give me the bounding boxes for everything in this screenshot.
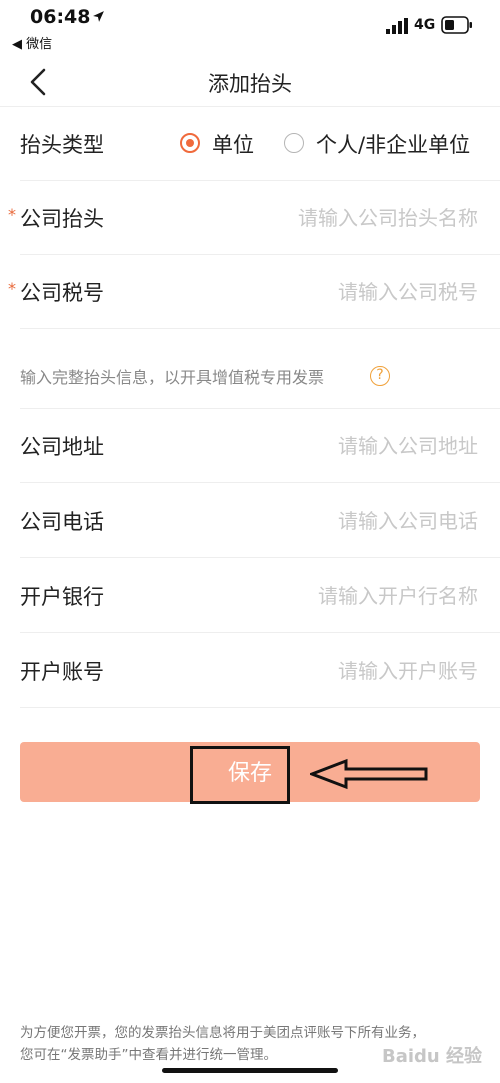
- phone-row: 公司电话: [20, 484, 500, 558]
- address-label: 公司地址: [20, 435, 104, 459]
- footer-line-1: 为方便您开票，您的发票抬头信息将用于美团点评账号下所有业务，: [20, 1025, 425, 1041]
- battery-icon: [441, 16, 472, 34]
- address-input[interactable]: [206, 427, 480, 465]
- vat-hint-text: 输入完整抬头信息，以开具增值税专用发票: [20, 368, 325, 387]
- network-type: 4G: [414, 17, 436, 33]
- help-icon[interactable]: ?: [370, 366, 390, 386]
- annotation-arrow-icon: [310, 758, 428, 790]
- required-mark: *: [8, 279, 16, 298]
- tax-id-row: * 公司税号: [8, 255, 500, 329]
- tax-id-input[interactable]: [206, 273, 480, 311]
- required-mark: *: [8, 205, 16, 224]
- bank-input[interactable]: [206, 577, 480, 615]
- radio-company-label: 单位: [212, 133, 254, 157]
- account-row: 开户账号: [20, 634, 500, 708]
- tax-id-label: 公司税号: [20, 281, 104, 305]
- radio-individual-label: 个人/非企业单位: [316, 133, 471, 157]
- phone-input[interactable]: [206, 502, 480, 540]
- bank-label: 开户银行: [20, 585, 104, 609]
- radio-unchecked-icon: [284, 133, 304, 153]
- location-arrow-icon: [93, 11, 104, 22]
- bank-row: 开户银行: [20, 559, 500, 633]
- status-bar: 06:48 ◀ 微信 4G: [0, 0, 500, 56]
- phone-label: 公司电话: [20, 510, 104, 534]
- signal-icon: [386, 18, 408, 34]
- nav-bar: 添加抬头: [0, 56, 500, 108]
- annotation-box: [190, 746, 290, 804]
- back-to-wechat-link[interactable]: ◀ 微信: [12, 33, 52, 52]
- header-type-label: 抬头类型: [20, 133, 104, 157]
- company-name-row: * 公司抬头: [8, 181, 500, 255]
- page-title: 添加抬头: [208, 72, 292, 96]
- account-label: 开户账号: [20, 660, 104, 684]
- baidu-watermark: Baidu 经验: [382, 1046, 483, 1067]
- status-time: 06:48: [30, 6, 91, 28]
- company-name-label: 公司抬头: [20, 207, 104, 231]
- address-row: 公司地址: [20, 409, 500, 483]
- home-indicator: [162, 1068, 338, 1073]
- account-input[interactable]: [206, 652, 480, 690]
- company-name-input[interactable]: [206, 199, 480, 237]
- radio-checked-icon: [180, 133, 200, 153]
- header-type-row: 抬头类型 单位 个人/非企业单位: [20, 107, 500, 181]
